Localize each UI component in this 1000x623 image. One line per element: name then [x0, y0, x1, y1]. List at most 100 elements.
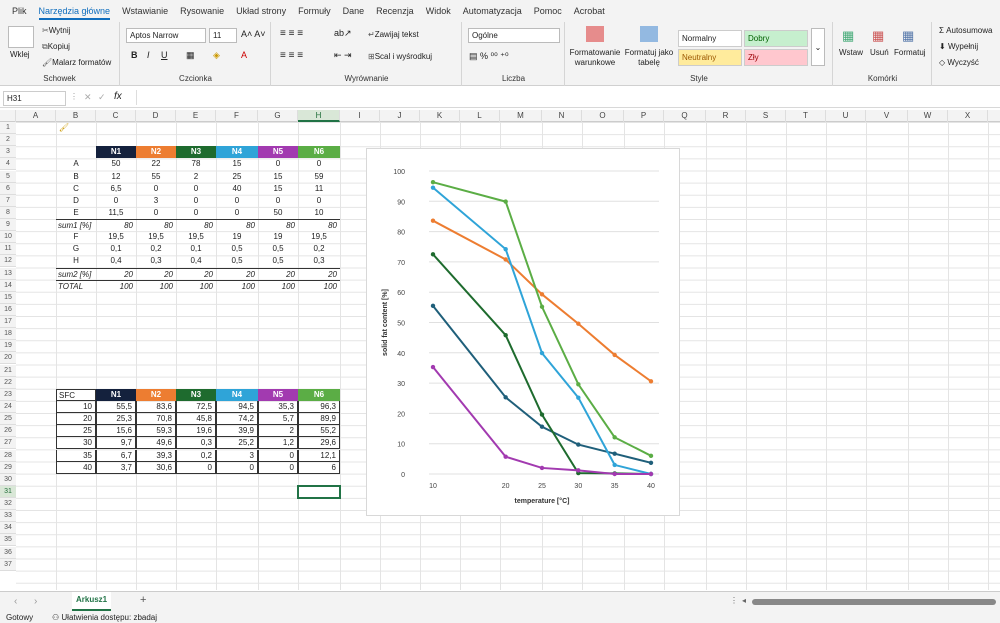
number-format-select[interactable]: Ogólne [468, 28, 560, 43]
sheet-tab-arkusz1[interactable]: Arkusz1 [72, 592, 112, 611]
format-cells-icon[interactable]: ▦ [902, 28, 914, 44]
table1-cell[interactable]: 19,5 [298, 231, 340, 243]
orientation-icon[interactable]: ab↗ [334, 28, 352, 39]
menu-0[interactable]: Plik [12, 2, 27, 20]
table2-corner[interactable]: SFC [56, 388, 96, 401]
table1-cell[interactable]: 40 [216, 183, 258, 195]
column-header-A[interactable]: A [16, 110, 56, 122]
row-header[interactable]: 4 [0, 158, 16, 171]
column-header-P[interactable]: P [624, 110, 664, 122]
table1-cell[interactable]: 0,5 [258, 243, 298, 255]
row-header[interactable]: 14 [0, 279, 16, 292]
table1-header[interactable]: N3 [176, 146, 216, 159]
table1-cell[interactable]: 80 [216, 219, 258, 231]
table1-cell[interactable]: 100 [216, 279, 258, 292]
horizontal-scrollbar[interactable] [752, 599, 996, 605]
column-header-O[interactable]: O [582, 110, 624, 122]
table1-cell[interactable]: 0,3 [136, 255, 176, 267]
column-header-G[interactable]: G [258, 110, 298, 122]
row-header[interactable]: 30 [0, 473, 16, 486]
prev-sheet-icon[interactable]: ‹ [14, 596, 17, 607]
row-header[interactable]: 29 [0, 461, 16, 474]
style-neutral[interactable]: Neutralny [678, 49, 742, 66]
row-header[interactable]: 25 [0, 413, 16, 426]
bold-icon[interactable]: B [131, 50, 138, 60]
row-header[interactable]: 5 [0, 170, 16, 183]
style-normal[interactable]: Normalny [678, 30, 742, 47]
paste-icon[interactable] [8, 26, 34, 48]
formula-input[interactable] [136, 90, 998, 105]
table1-cell[interactable]: 0,1 [96, 243, 136, 255]
delete-cells-button[interactable]: Usuń [870, 48, 889, 57]
menu-1[interactable]: Narzędzia główne [38, 2, 110, 20]
column-header-V[interactable]: V [866, 110, 908, 122]
table1-cell[interactable]: 0,1 [176, 243, 216, 255]
menu-5[interactable]: Formuły [298, 2, 331, 20]
table1-cell[interactable]: 19,5 [96, 231, 136, 243]
row-header[interactable]: 1 [0, 122, 16, 134]
table1-row-label[interactable]: E [56, 207, 96, 219]
column-header-K[interactable]: K [420, 110, 460, 122]
copy-button[interactable]: ⧉ Kopiuj [42, 42, 70, 52]
row-header[interactable]: 2 [0, 134, 16, 147]
table2-cell[interactable]: 0 [258, 461, 298, 474]
table1-cell[interactable]: 11 [298, 183, 340, 195]
table1-cell[interactable]: 100 [96, 279, 136, 292]
underline-icon[interactable]: U [161, 50, 168, 60]
table1-cell[interactable]: 20 [216, 267, 258, 280]
border-icon[interactable]: ▦ [186, 50, 195, 61]
table2-cell[interactable]: 35,3 [258, 400, 298, 413]
table1-cell[interactable]: 80 [136, 219, 176, 231]
font-size-select[interactable]: 11 [209, 28, 237, 43]
autosum-button[interactable]: Σ Autosumowa [939, 26, 992, 35]
table2-cell[interactable]: 0 [216, 461, 258, 474]
selected-cell-h31[interactable] [297, 484, 341, 500]
menu-2[interactable]: Wstawianie [122, 2, 168, 20]
table1-cell[interactable]: 50 [258, 207, 298, 219]
table2-header[interactable]: N2 [136, 388, 176, 401]
table2-cell[interactable]: 89,9 [298, 413, 340, 426]
table2-cell[interactable]: 94,5 [216, 400, 258, 413]
style-good[interactable]: Dobry [744, 30, 808, 47]
column-header-X[interactable]: X [948, 110, 988, 122]
column-header-T[interactable]: T [786, 110, 826, 122]
table2-cell[interactable]: 20 [56, 413, 96, 426]
table2-cell[interactable]: 6,7 [96, 449, 136, 462]
menu-3[interactable]: Rysowanie [180, 2, 224, 20]
table1-cell[interactable]: 15 [258, 171, 298, 183]
table1-row-label[interactable]: C [56, 183, 96, 195]
menu-6[interactable]: Dane [343, 2, 365, 20]
table1-row-label[interactable]: B [56, 171, 96, 183]
table1-cell[interactable]: 19 [216, 231, 258, 243]
table1-cell[interactable]: 25 [216, 171, 258, 183]
format-cells-button[interactable]: Formatuj [894, 48, 926, 57]
table1-cell[interactable]: 15 [216, 158, 258, 170]
scroll-left-icon[interactable]: ◂ [742, 596, 746, 605]
table2-cell[interactable]: 10 [56, 400, 96, 413]
row-header[interactable]: 21 [0, 364, 16, 377]
align-top-icon[interactable]: ≡ ≡ ≡ [280, 28, 303, 39]
row-header[interactable]: 3 [0, 146, 16, 159]
table2-header[interactable]: N1 [96, 388, 136, 401]
table1-cell[interactable]: 22 [136, 158, 176, 170]
table1-cell[interactable]: 0 [258, 195, 298, 207]
table1-cell[interactable]: 0 [96, 195, 136, 207]
menu-9[interactable]: Automatyzacja [463, 2, 522, 20]
italic-icon[interactable]: I [147, 50, 150, 60]
table2-cell[interactable]: 5,7 [258, 413, 298, 426]
row-header[interactable]: 15 [0, 291, 16, 304]
table1-cell[interactable]: 80 [298, 219, 340, 231]
table1-cell[interactable]: 20 [96, 267, 136, 280]
column-header-Q[interactable]: Q [664, 110, 706, 122]
fill-color-icon[interactable]: ◈ [213, 50, 220, 61]
table2-cell[interactable]: 1,2 [258, 437, 298, 450]
table2-cell[interactable]: 72,5 [176, 400, 216, 413]
table1-cell[interactable]: 0 [298, 195, 340, 207]
column-header-W[interactable]: W [908, 110, 948, 122]
column-header-H[interactable]: H [298, 110, 340, 122]
table2-cell[interactable]: 0 [258, 449, 298, 462]
column-header-E[interactable]: E [176, 110, 216, 122]
table1-row-label[interactable]: sum2 [%] [56, 267, 96, 280]
table1-cell[interactable]: 100 [298, 279, 340, 292]
confirm-icon[interactable]: ✓ [98, 92, 106, 103]
